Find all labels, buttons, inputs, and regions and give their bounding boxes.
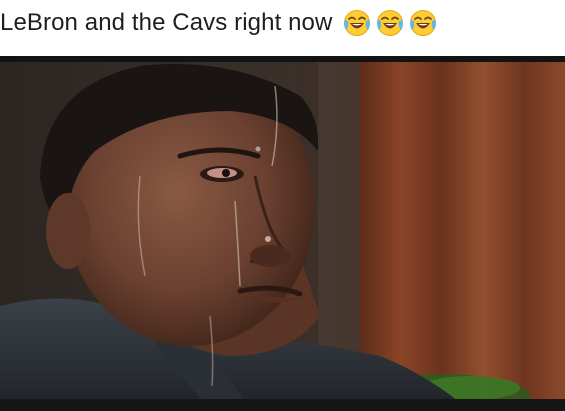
post-caption-bar: LeBron and the Cavs right now (0, 0, 565, 52)
caption-text: LeBron and the Cavs right now (0, 9, 333, 36)
post-caption: LeBron and the Cavs right now (0, 8, 438, 38)
meme-photo (0, 56, 565, 411)
tears-of-joy-emoji-icon (377, 10, 404, 36)
tears-of-joy-emoji-icon (344, 10, 371, 36)
meme-photo-illustration (0, 56, 565, 411)
emoji-group (342, 8, 438, 38)
photo-bottom-border (0, 399, 565, 411)
tears-of-joy-emoji-icon (410, 10, 437, 36)
